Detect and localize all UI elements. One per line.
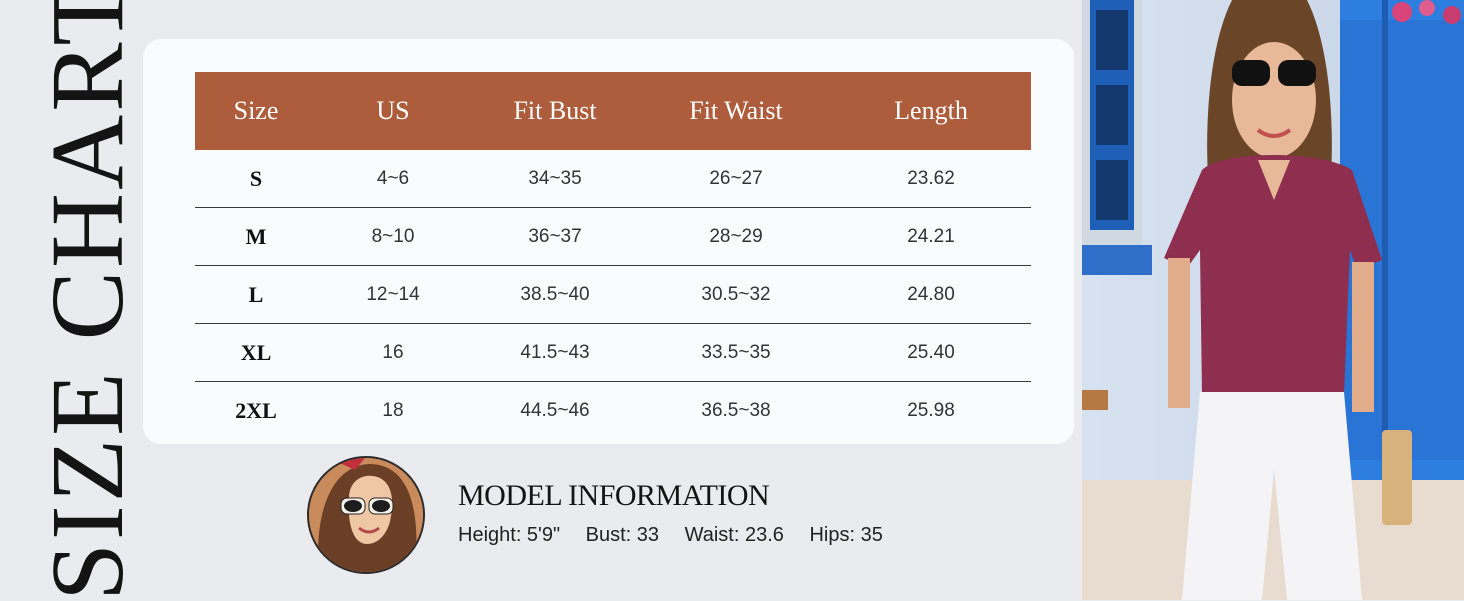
model-height: Height: 5'9" bbox=[458, 524, 561, 546]
size-chart-title: SIZE CHART bbox=[30, 0, 145, 601]
table-cell-fit-bust: 36~37 bbox=[469, 207, 641, 266]
table-row: S 4~6 34~35 26~27 23.62 bbox=[195, 150, 1031, 208]
table-cell-fit-bust: 41.5~43 bbox=[469, 323, 641, 382]
table-cell-length: 23.62 bbox=[831, 150, 1031, 208]
table-row: XL 16 41.5~43 33.5~35 25.40 bbox=[195, 323, 1031, 382]
column-header-us: US bbox=[376, 96, 410, 125]
table-cell-size: M bbox=[195, 207, 317, 266]
model-avatar bbox=[307, 456, 425, 574]
table-cell-size: L bbox=[195, 265, 317, 324]
table-cell-us: 18 bbox=[382, 399, 404, 421]
table-cell-length: 25.40 bbox=[831, 323, 1031, 382]
size-chart-card: Size US Fit Bust Fit Waist Length S 4~6 … bbox=[143, 39, 1074, 444]
table-cell-us: 12~14 bbox=[317, 265, 469, 324]
table-cell-fit-waist: 36.5~38 bbox=[701, 399, 771, 421]
table-cell-length: 25.98 bbox=[907, 399, 955, 421]
table-row: 2XL 18 44.5~46 36.5~38 25.98 bbox=[195, 382, 1031, 440]
model-bust: Bust: 33 bbox=[585, 524, 660, 546]
column-header-length: Length bbox=[894, 96, 968, 125]
column-header-fit-waist: Fit Waist bbox=[689, 96, 783, 125]
table-cell-us: 4~6 bbox=[317, 150, 469, 208]
table-cell-length: 24.80 bbox=[831, 265, 1031, 324]
table-cell-fit-bust: 34~35 bbox=[469, 150, 641, 208]
model-photo bbox=[1082, 0, 1464, 600]
size-table: Size US Fit Bust Fit Waist Length S 4~6 … bbox=[195, 72, 1031, 439]
table-cell-fit-waist: 30.5~32 bbox=[641, 265, 831, 324]
table-cell-fit-bust: 38.5~40 bbox=[469, 265, 641, 324]
model-waist: Waist: 23.6 bbox=[684, 524, 784, 546]
table-cell-fit-waist: 33.5~35 bbox=[641, 323, 831, 382]
table-cell-size: XL bbox=[195, 323, 317, 382]
table-cell-fit-waist: 28~29 bbox=[641, 207, 831, 266]
table-cell-us: 8~10 bbox=[317, 207, 469, 266]
model-hips: Hips: 35 bbox=[809, 524, 883, 546]
table-cell-us: 16 bbox=[317, 323, 469, 382]
table-cell-fit-bust: 44.5~46 bbox=[520, 399, 590, 421]
table-row: M 8~10 36~37 28~29 24.21 bbox=[195, 207, 1031, 266]
table-cell-size: S bbox=[195, 150, 317, 208]
column-header-size: Size bbox=[233, 96, 279, 125]
model-stats: Height: 5'9" Bust: 33 Waist: 23.6 Hips: … bbox=[458, 524, 903, 547]
column-header-fit-bust: Fit Bust bbox=[513, 96, 597, 125]
table-header-row: Size US Fit Bust Fit Waist Length bbox=[195, 72, 1031, 150]
table-cell-length: 24.21 bbox=[831, 207, 1031, 266]
table-cell-size: 2XL bbox=[235, 397, 277, 423]
model-information-title: MODEL INFORMATION bbox=[458, 479, 770, 512]
table-cell-fit-waist: 26~27 bbox=[641, 150, 831, 208]
table-row: L 12~14 38.5~40 30.5~32 24.80 bbox=[195, 265, 1031, 324]
